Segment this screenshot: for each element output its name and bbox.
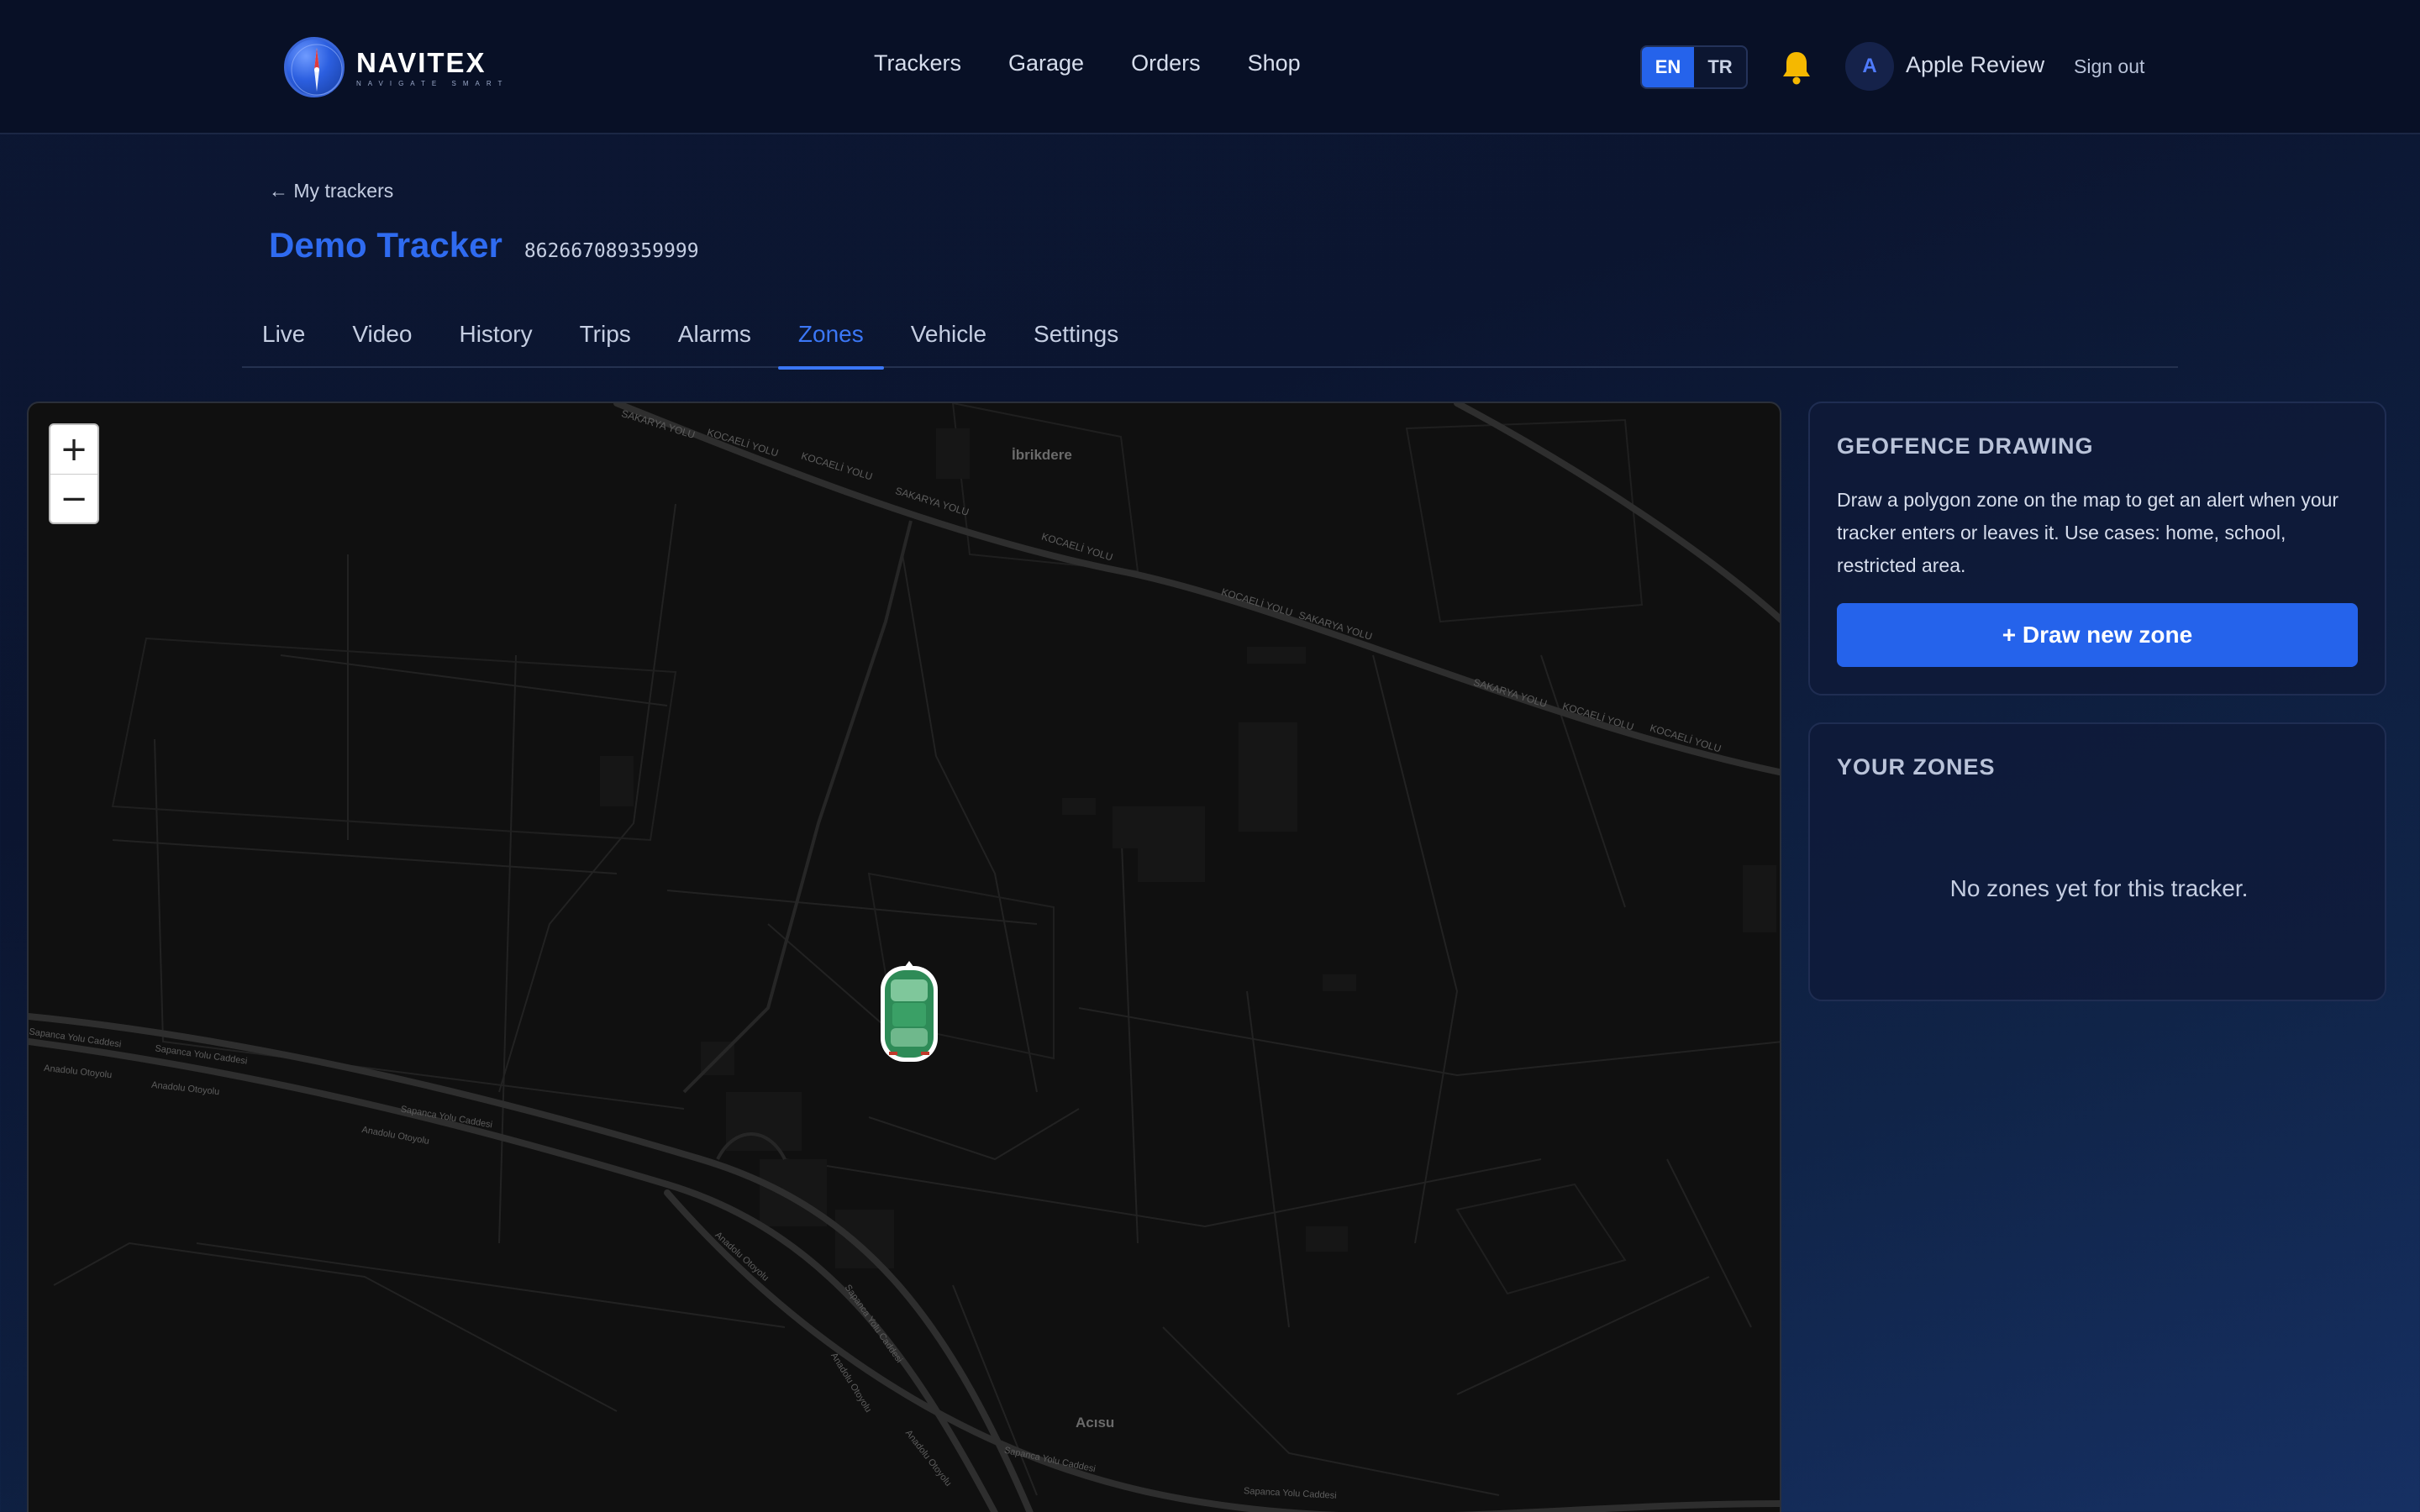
arrow-left-icon: ← xyxy=(269,180,288,202)
nav-link-garage[interactable]: Garage xyxy=(1008,50,1084,76)
page-title: Demo Tracker xyxy=(269,225,502,265)
sign-out-link[interactable]: Sign out xyxy=(2074,55,2144,78)
zones-empty-state: No zones yet for this tracker. xyxy=(1949,875,2249,901)
nav-link-orders[interactable]: Orders xyxy=(1131,50,1201,76)
zoom-in-button[interactable]: + xyxy=(50,425,97,474)
nav-link-shop[interactable]: Shop xyxy=(1248,50,1301,76)
geofence-heading: GEOFENCE DRAWING xyxy=(1837,433,2094,459)
geofence-drawing-card: GEOFENCE DRAWING Draw a polygon zone on … xyxy=(1808,402,2386,696)
tab-live[interactable]: Live xyxy=(242,311,325,368)
top-navigation-bar: NAVITEX NAVIGATE SMART Trackers Garage O… xyxy=(0,0,2420,134)
tab-video[interactable]: Video xyxy=(332,311,432,368)
avatar[interactable]: A xyxy=(1845,42,1894,91)
tab-alarms[interactable]: Alarms xyxy=(658,311,771,368)
user-name[interactable]: Apple Review xyxy=(1906,52,2044,78)
compass-globe-icon xyxy=(284,37,345,97)
brand-logo[interactable]: NAVITEX NAVIGATE SMART xyxy=(284,35,508,99)
brand-name: NAVITEX xyxy=(356,46,487,78)
tab-history[interactable]: History xyxy=(439,311,552,368)
tracker-tabs: Live Video History Trips Alarms Zones Ve… xyxy=(242,311,2178,370)
geofence-description: Draw a polygon zone on the map to get an… xyxy=(1837,489,2339,576)
title-row: Demo Tracker 862667089359999 xyxy=(269,225,699,265)
bell-icon[interactable] xyxy=(1780,49,1813,86)
brand-tagline: NAVIGATE SMART xyxy=(356,79,509,87)
zones-heading: YOUR ZONES xyxy=(1837,754,1996,780)
draw-new-zone-button[interactable]: + Draw new zone xyxy=(1837,603,2358,667)
main-nav: Trackers Garage Orders Shop xyxy=(874,50,1301,76)
back-to-trackers-link[interactable]: ← My trackers xyxy=(269,180,393,202)
tab-trips[interactable]: Trips xyxy=(560,311,651,368)
map-place-label: İbrikdere xyxy=(1012,447,1072,463)
lang-en-button[interactable]: EN xyxy=(1642,47,1694,87)
tracker-imei: 862667089359999 xyxy=(523,240,699,262)
back-label: My trackers xyxy=(293,180,394,202)
map-place-label: Acısu xyxy=(1076,1415,1115,1431)
tab-settings[interactable]: Settings xyxy=(1013,311,1139,368)
nav-link-trackers[interactable]: Trackers xyxy=(874,50,961,76)
map-tiles xyxy=(29,403,1780,1512)
vehicle-marker-icon[interactable] xyxy=(876,961,943,1065)
language-switcher: EN TR xyxy=(1640,45,1748,89)
zoom-out-button[interactable]: − xyxy=(50,474,97,522)
map-canvas[interactable]: + − İbrikdere Acısu SAKARYA YOLU KOCAELİ… xyxy=(27,402,1781,1512)
tab-zones[interactable]: Zones xyxy=(777,311,884,370)
your-zones-card: YOUR ZONES No zones yet for this tracker… xyxy=(1808,722,2386,1001)
lang-tr-button[interactable]: TR xyxy=(1694,47,1746,87)
map-zoom-control: + − xyxy=(49,423,99,524)
tab-vehicle[interactable]: Vehicle xyxy=(891,311,1007,368)
